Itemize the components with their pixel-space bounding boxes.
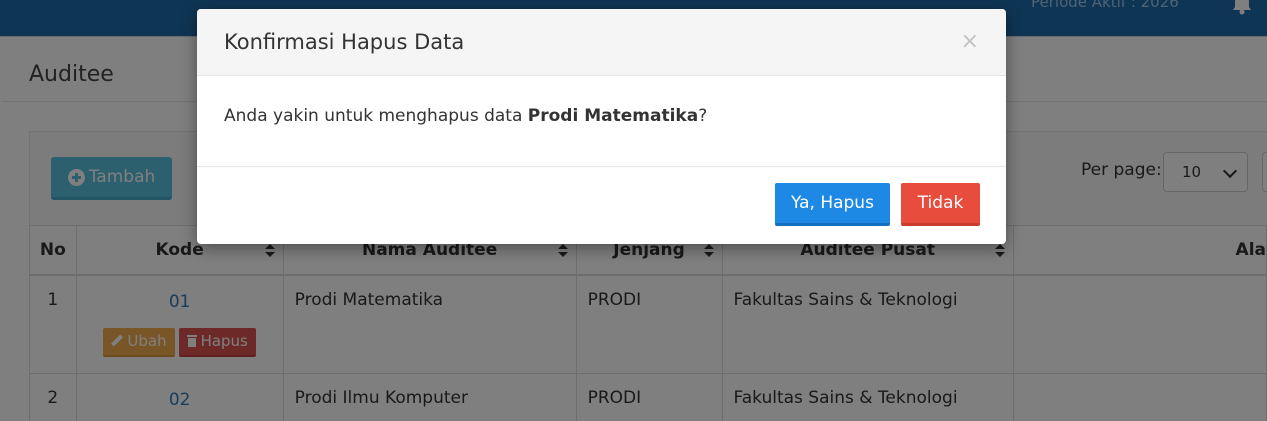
delete-target: Prodi Matematika [527,106,699,126]
close-icon[interactable]: × [961,31,979,53]
delete-confirmation-modal: Konfirmasi Hapus Data × Anda yakin untuk… [197,9,1006,244]
modal-message: Anda yakin untuk menghapus data Prodi Ma… [224,106,708,126]
cancel-button[interactable]: Tidak [901,183,980,226]
confirm-delete-button[interactable]: Ya, Hapus [775,183,890,226]
modal-body: Anda yakin untuk menghapus data Prodi Ma… [197,76,1006,167]
modal-header: Konfirmasi Hapus Data × [197,9,1006,76]
modal-title: Konfirmasi Hapus Data [224,30,465,54]
modal-footer: Ya, Hapus Tidak [197,167,1006,244]
